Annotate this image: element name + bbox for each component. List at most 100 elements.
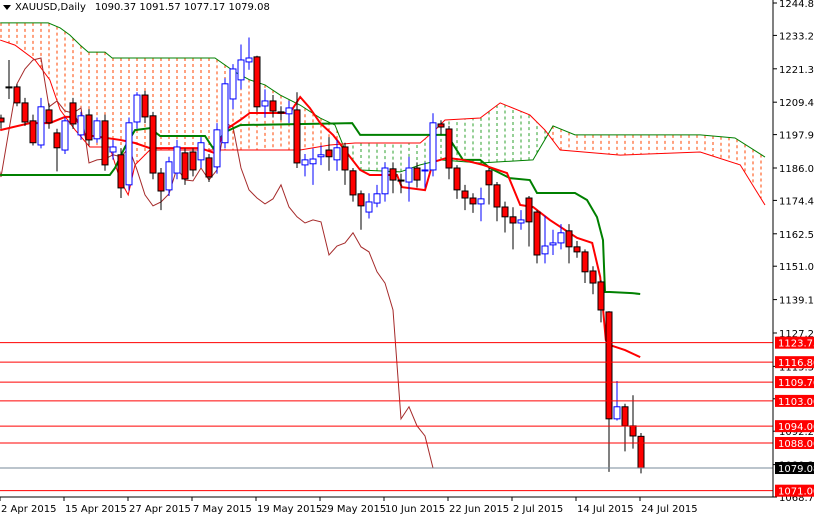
candle xyxy=(589,266,597,295)
candle xyxy=(5,59,13,99)
time-tick-label: 22 Jun 2015 xyxy=(449,504,509,515)
candle xyxy=(0,114,5,129)
time-tick-label: 2 Jul 2015 xyxy=(513,504,563,515)
time-tick-label: 27 Apr 2015 xyxy=(129,504,191,515)
candle-body xyxy=(437,123,445,128)
candle xyxy=(117,148,125,199)
candle xyxy=(37,97,45,149)
candle-body xyxy=(477,198,485,205)
price-tick-label: 1139.10 xyxy=(779,296,814,307)
candle xyxy=(445,125,453,180)
candle xyxy=(621,403,629,452)
candle-body xyxy=(141,94,149,118)
candle xyxy=(29,114,37,146)
candle-body xyxy=(389,168,397,181)
candle xyxy=(93,117,101,143)
kijun-sen-line xyxy=(0,122,641,295)
candle-body xyxy=(589,270,597,284)
candle xyxy=(397,173,405,194)
candle-body xyxy=(405,167,413,183)
symbol-label: XAUUSD,Daily xyxy=(15,2,86,13)
candle-body xyxy=(597,281,605,311)
level-price-label: 1116.80 xyxy=(778,358,814,369)
candle xyxy=(501,201,509,233)
candle-body xyxy=(61,120,69,151)
candle-body xyxy=(309,158,317,165)
candle-body xyxy=(581,251,589,273)
candle-body xyxy=(413,167,421,181)
price-chart[interactable]: 1244.80 1233.25 1221.35 1209.45 1197.90 1186.… xyxy=(0,0,814,516)
candle xyxy=(581,249,589,284)
candle xyxy=(485,167,493,205)
time-tick-label: 19 May 2015 xyxy=(257,504,322,515)
candle xyxy=(405,156,413,202)
candle-body xyxy=(421,169,429,172)
level-price-label: 1103.00 xyxy=(778,397,814,408)
candle-body xyxy=(205,157,213,178)
candle-body xyxy=(373,193,381,204)
level-price-label: 1088.00 xyxy=(778,439,814,450)
candle-body xyxy=(0,117,5,123)
candle xyxy=(77,111,85,140)
candle xyxy=(269,95,277,118)
candle-body xyxy=(485,170,493,186)
candle xyxy=(141,90,149,124)
candle xyxy=(389,162,397,194)
candle xyxy=(229,64,237,110)
price-tick-label: 1186.00 xyxy=(779,164,814,175)
candle-body xyxy=(77,115,85,136)
candle-body xyxy=(29,120,37,144)
candle xyxy=(469,193,477,213)
candle-body xyxy=(229,68,237,100)
candle-body xyxy=(269,100,277,112)
candle xyxy=(157,167,165,211)
dropdown-triangle-icon[interactable] xyxy=(3,5,11,10)
candle-body xyxy=(117,154,125,189)
candle xyxy=(237,44,245,90)
candle xyxy=(325,137,333,171)
candle-body xyxy=(245,57,253,63)
candle xyxy=(173,139,181,180)
candle-body xyxy=(557,232,565,244)
candle-body xyxy=(173,146,181,174)
candle-body xyxy=(341,146,349,171)
candle xyxy=(477,187,485,222)
candle-body xyxy=(469,197,477,205)
candle-body xyxy=(357,193,365,207)
candle-body xyxy=(325,149,333,158)
candle-body xyxy=(53,132,61,149)
candle-body xyxy=(165,161,173,191)
candle-body xyxy=(461,190,469,199)
candle xyxy=(213,123,221,174)
candle-body xyxy=(605,311,613,420)
candle xyxy=(181,148,189,185)
candle xyxy=(285,100,293,124)
candle xyxy=(429,113,437,177)
plot-area xyxy=(0,22,766,474)
candle xyxy=(125,117,133,191)
candle-body xyxy=(501,206,509,218)
candle-body xyxy=(149,115,157,174)
candle-body xyxy=(549,242,557,246)
candle-body xyxy=(253,56,261,108)
candle-body xyxy=(133,94,141,123)
candle xyxy=(245,37,253,70)
candle xyxy=(453,165,461,199)
candle xyxy=(317,145,325,166)
candle-body xyxy=(573,246,581,253)
time-tick-label: 14 Jul 2015 xyxy=(577,504,634,515)
chart-title: XAUUSD,Daily 1090.37 1091.57 1077.17 107… xyxy=(3,2,270,13)
level-price-label: 1094.00 xyxy=(778,422,814,433)
price-tick-label: 1174.45 xyxy=(779,196,814,207)
candle-body xyxy=(213,129,221,168)
candle xyxy=(541,215,549,264)
candle xyxy=(533,210,541,264)
candle-body xyxy=(381,167,389,195)
candle-body xyxy=(429,122,437,171)
candle-body xyxy=(533,211,541,256)
price-tick-label: 1162.55 xyxy=(779,230,814,241)
candle xyxy=(133,92,141,129)
candle-body xyxy=(189,151,197,171)
candle-body xyxy=(493,184,501,208)
candle-body xyxy=(181,152,189,180)
